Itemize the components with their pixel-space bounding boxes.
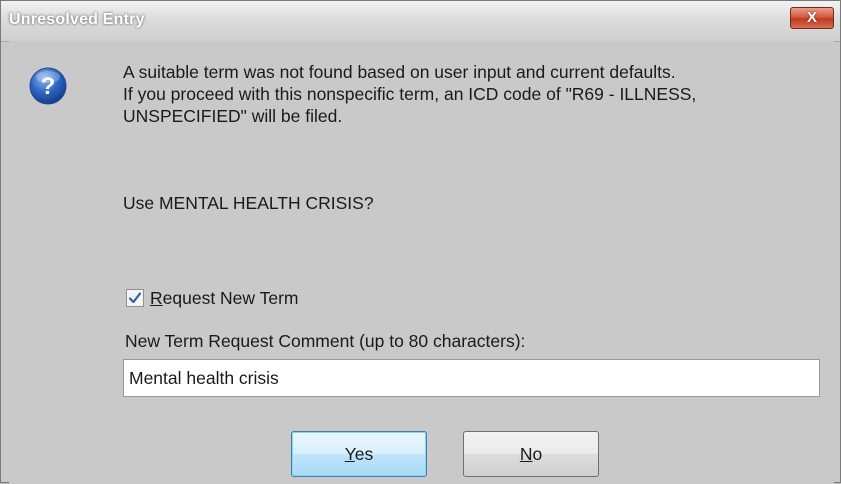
yes-access-key: Y xyxy=(344,444,355,464)
message-text: A suitable term was not found based on u… xyxy=(123,61,823,127)
request-new-term-label-text: equest New Term xyxy=(162,288,299,308)
yes-button[interactable]: Yes xyxy=(291,431,427,477)
close-button[interactable]: X xyxy=(790,7,834,29)
comment-input[interactable] xyxy=(123,359,820,397)
request-new-term-checkbox[interactable] xyxy=(126,289,144,307)
unresolved-entry-dialog: Unresolved Entry X ? A suitable term was… xyxy=(0,0,841,484)
close-icon: X xyxy=(806,9,817,26)
message-line-1: A suitable term was not found based on u… xyxy=(123,62,676,82)
svg-text:?: ? xyxy=(41,73,56,100)
title-bar[interactable]: Unresolved Entry X xyxy=(1,1,840,42)
comment-label: New Term Request Comment (up to 80 chara… xyxy=(125,331,526,351)
question-icon: ? xyxy=(29,67,67,105)
use-term-question: Use MENTAL HEALTH CRISIS? xyxy=(123,193,374,213)
request-new-term-access-key: R xyxy=(150,288,163,308)
dialog-body: ? A suitable term was not found based on… xyxy=(9,41,834,484)
no-label: o xyxy=(532,444,543,464)
yes-label: es xyxy=(354,444,374,464)
window-title: Unresolved Entry xyxy=(9,11,145,28)
message-line-2: If you proceed with this nonspecific ter… xyxy=(123,84,697,104)
checkmark-icon xyxy=(128,292,142,304)
request-new-term-label[interactable]: Request New Term xyxy=(150,288,299,309)
no-button[interactable]: No xyxy=(463,431,599,477)
no-access-key: N xyxy=(519,444,533,464)
message-line-3: UNSPECIFIED" will be filed. xyxy=(123,106,343,126)
